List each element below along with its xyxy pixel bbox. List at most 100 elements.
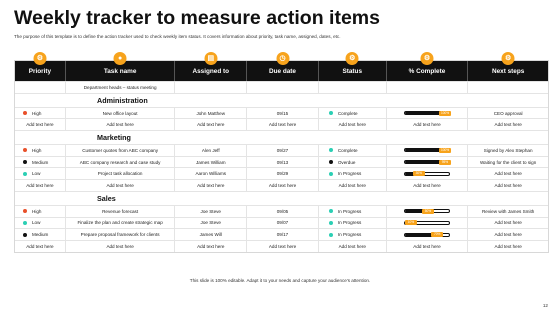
next-steps-cell: Signed by Alex Stephan: [467, 145, 548, 156]
assigned-to-cell: Add text here: [174, 240, 246, 252]
header-due-date: ◷ Due date: [246, 52, 318, 81]
status-cell: Add text here: [317, 240, 386, 252]
task-name-cell: Finalize the plan and create strategic m…: [64, 217, 175, 229]
gear-icon: ⚙: [345, 52, 359, 65]
table-row: High Customer quotes from ABC company Alen…: [15, 144, 548, 156]
category-row: Administration: [15, 92, 548, 107]
status-label: In Progress: [337, 220, 362, 226]
task-name-cell: Add text here: [64, 180, 175, 191]
table-row: Add text here Add text here Add text here A…: [15, 118, 548, 131]
table-row: Low Finalize the plan and create strategi…: [15, 216, 548, 229]
status-cell: In Progress: [317, 217, 386, 229]
header-label: Next steps: [492, 67, 525, 75]
next-steps-cell: Add text here: [467, 180, 548, 191]
due-date-cell: 09/07: [246, 217, 318, 229]
priority-cell: Medium: [15, 229, 65, 240]
due-date-cell: 09/29: [246, 168, 318, 180]
status-cell: Complete: [317, 107, 386, 119]
progress-bar: 50%: [403, 208, 450, 214]
category-label: Marketing: [97, 133, 131, 143]
priority-cell: Low: [15, 168, 65, 179]
assigned-to-cell: Aaron Williams: [174, 168, 246, 180]
percent-complete-cell: 30%: [385, 168, 468, 180]
category-label: Administration: [97, 95, 148, 105]
priority-label: Add text here: [26, 182, 54, 188]
header-label: Due date: [269, 67, 296, 75]
next-steps-cell: Add text here: [467, 240, 548, 252]
status-cell: In Progress: [317, 168, 386, 180]
status-label: Complete: [337, 147, 358, 153]
priority-label: High: [32, 208, 42, 214]
assigned-to-cell: Add text here: [174, 180, 246, 191]
priority-cell: Add text here: [15, 119, 65, 130]
person-icon: ●: [113, 52, 127, 65]
priority-label: Low: [32, 220, 41, 226]
progress-bar: 70%: [403, 232, 450, 238]
gear-icon: ⚙: [501, 52, 515, 65]
status-label: Add text here: [338, 182, 366, 188]
priority-label: Medium: [32, 232, 49, 238]
assigned-to-cell: Joe Steve: [174, 205, 246, 217]
header-label: % Complete: [408, 67, 446, 75]
next-steps-cell: CEO approval: [467, 107, 548, 119]
progress-label: 100%: [438, 147, 452, 153]
status-cell: Overdue: [317, 156, 386, 168]
priority-label: Medium: [32, 159, 49, 165]
percent-complete-cell: 95%: [385, 156, 468, 168]
percent-complete-cell: 50%: [385, 205, 468, 217]
page-number: 12: [542, 303, 548, 308]
status-cell: In Progress: [317, 205, 386, 217]
header-next-steps: ⚙ Next steps: [467, 52, 548, 81]
next-steps-cell: Add text here: [467, 229, 548, 240]
due-date-cell: 09/27: [246, 145, 318, 156]
progress-bar: 100%: [403, 110, 452, 116]
assigned-to-cell: John Matthew: [174, 107, 246, 119]
table-row: Medium Prepare proposal framework for cli…: [15, 228, 548, 240]
priority-cell: High: [15, 108, 65, 119]
table-header: ⚙ Priority ● Task name ▤ Assigned to ◷ D…: [15, 52, 548, 81]
status-label: Complete: [337, 110, 358, 116]
percent-complete-cell: Add text here: [385, 119, 468, 131]
status-label: In Progress: [337, 171, 362, 177]
priority-cell: High: [15, 206, 65, 217]
status-cell: Add text here: [317, 119, 386, 131]
task-name-cell: Add text here: [64, 119, 175, 131]
due-date-cell: 09/15: [246, 107, 318, 119]
task-name-cell: Revenue forecast: [64, 205, 175, 217]
intro-task: Department heads – status meeting: [64, 82, 175, 93]
priority-cell: Add text here: [15, 241, 65, 252]
table-row: Low Project task allocation Aaron Williams…: [15, 167, 548, 180]
priority-dot-icon: [23, 148, 27, 153]
progress-label: 95%: [438, 159, 451, 165]
progress-bar: 30%: [403, 171, 450, 177]
priority-dot-icon: [23, 160, 27, 165]
progress-label: 50%: [421, 208, 434, 214]
percent-complete-cell: Add text here: [385, 180, 468, 191]
due-date-cell: 09/17: [246, 229, 318, 240]
percent-complete-cell: Add text here: [385, 240, 468, 252]
header-status: ⚙ Status: [317, 52, 386, 81]
due-date-cell: Add text here: [246, 119, 318, 131]
progress-bar: 100%: [403, 147, 452, 153]
priority-dot-icon: [23, 111, 27, 116]
task-name-cell: Customer quotes from ABC company: [64, 145, 175, 156]
gear-icon: ⚙: [420, 52, 434, 65]
table-row: Medium ABC company research and case stud…: [15, 155, 548, 168]
gear-icon: ⚙: [33, 52, 47, 65]
status-label: Add text here: [338, 122, 366, 128]
table-row: Add text here Add text here Add text here A…: [15, 179, 548, 191]
next-steps-cell: Add text here: [467, 168, 548, 180]
status-label: In Progress: [337, 208, 362, 214]
status-dot-icon: [328, 160, 333, 165]
status-dot-icon: [328, 111, 333, 116]
next-steps-cell: Waiting for the client to sign: [467, 156, 548, 168]
percent-complete-cell: 70%: [385, 229, 468, 240]
priority-cell: Low: [15, 218, 65, 229]
progress-label: 100%: [438, 110, 452, 116]
priority-dot-icon: [23, 220, 27, 225]
table-row: High Revenue forecast Joe Steve 09/05 In Pro…: [15, 204, 548, 217]
progress-label: 10%: [404, 220, 417, 226]
priority-label: High: [32, 110, 42, 116]
percent-complete-cell: 100%: [385, 107, 468, 119]
clock-icon: ◷: [276, 52, 289, 65]
